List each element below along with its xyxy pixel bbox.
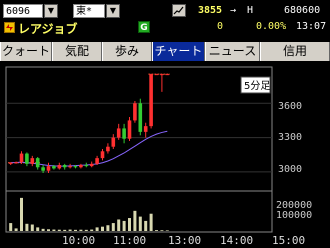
volume: 680600	[284, 5, 321, 16]
candle-body	[122, 128, 126, 139]
volume-bar	[30, 224, 34, 231]
y-tick-label: 3300	[278, 132, 302, 143]
volume-tick-label: 100000	[276, 210, 312, 221]
g-badge[interactable]: G	[138, 21, 150, 33]
tab-order-book[interactable]: 気配	[52, 42, 102, 61]
period-label[interactable]: 5分足	[244, 80, 270, 92]
price-change: 0	[217, 21, 224, 32]
volume-bar	[90, 229, 94, 231]
candle-body	[41, 167, 45, 171]
candle-body	[79, 165, 83, 168]
tab-time-and-sales[interactable]: 歩み	[102, 42, 152, 61]
volume-bar	[84, 229, 88, 231]
x-tick-label: 11:00	[113, 234, 146, 247]
candle-body	[100, 151, 105, 159]
volume-bar	[149, 213, 153, 231]
candle-body	[160, 74, 164, 76]
candle-body	[133, 103, 137, 121]
price-arrow-icon: →	[230, 5, 237, 16]
volume-bar	[57, 229, 61, 231]
candle-body	[165, 74, 170, 76]
chevron-down-icon: ▼	[47, 6, 55, 15]
tab-chart[interactable]: チャート	[152, 42, 205, 61]
candle-body	[14, 162, 18, 164]
volume-bar	[68, 229, 72, 231]
candle-body	[95, 158, 99, 164]
volume-bar	[165, 230, 169, 231]
volume-bar	[101, 226, 104, 231]
candle-body	[30, 158, 35, 164]
volume-bar	[74, 229, 77, 231]
change-percent: 0.00%	[256, 21, 287, 32]
volume-bar	[138, 216, 142, 231]
candle-body	[35, 158, 40, 168]
volume-bar	[14, 228, 18, 231]
x-tick-label: 15:00	[272, 234, 305, 247]
y-tick-label: 3000	[278, 164, 302, 175]
volume-bar	[63, 229, 67, 231]
volume-bar	[47, 229, 50, 231]
volume-bar	[160, 230, 164, 231]
candle-body	[19, 153, 24, 163]
volume-bar	[36, 227, 40, 231]
volume-bar	[41, 228, 45, 231]
candle-body	[73, 166, 78, 168]
stock-code-input[interactable]: 6096	[3, 4, 43, 18]
volume-bar	[128, 218, 131, 231]
price-chart[interactable]: 5分足 3600 3300 3000 200000 100000 10:00 1…	[0, 61, 330, 248]
candle-body	[8, 162, 13, 164]
last-price: 3855	[198, 5, 223, 16]
candle-body	[62, 165, 67, 168]
volume-bar	[117, 219, 121, 231]
volume-bar	[122, 220, 126, 231]
volume-bar	[52, 229, 56, 231]
quote-time: 13:07	[296, 21, 327, 32]
volume-bar	[20, 197, 23, 231]
market-select[interactable]: 東*	[73, 4, 105, 18]
candle-body	[89, 163, 94, 167]
candle-body	[116, 128, 121, 138]
candle-body	[46, 166, 51, 171]
volume-bar	[111, 223, 115, 231]
tab-margin[interactable]: 信用	[260, 42, 330, 61]
candle-body	[106, 146, 110, 152]
alert-icon[interactable]	[4, 22, 15, 33]
code-dropdown-button[interactable]: ▼	[44, 4, 58, 18]
volume-bar	[133, 210, 137, 231]
volume-bar	[25, 223, 29, 231]
candle-body	[127, 120, 132, 139]
volume-bar	[144, 220, 148, 231]
candle-body	[143, 126, 148, 132]
tab-news[interactable]: ニュース	[205, 42, 260, 61]
candle-body	[52, 166, 56, 169]
candle-body	[154, 74, 159, 76]
volume-bar	[106, 225, 110, 231]
x-tick-label: 14:00	[220, 234, 253, 247]
volume-bar	[9, 223, 13, 231]
y-tick-label: 3600	[278, 101, 302, 112]
volume-bar	[155, 230, 158, 231]
volume-bar	[79, 229, 83, 231]
x-tick-label: 10:00	[62, 234, 95, 247]
chart-icon	[173, 6, 184, 15]
high-flag: H	[247, 5, 254, 16]
candle-body	[149, 74, 153, 127]
volume-bar	[95, 227, 99, 231]
market-dropdown-button[interactable]: ▼	[106, 4, 120, 18]
candle-body	[84, 165, 89, 167]
candle-body	[111, 137, 116, 147]
chevron-down-icon: ▼	[109, 6, 117, 15]
candle-body	[68, 166, 72, 168]
x-tick-label: 13:00	[168, 234, 201, 247]
tab-quote[interactable]: クォート	[0, 42, 52, 61]
candle-body	[138, 103, 143, 132]
candle-body	[25, 153, 29, 164]
candle-body	[57, 165, 62, 169]
company-name: レアジョブ	[18, 22, 78, 36]
chart-settings-button[interactable]	[172, 4, 186, 17]
